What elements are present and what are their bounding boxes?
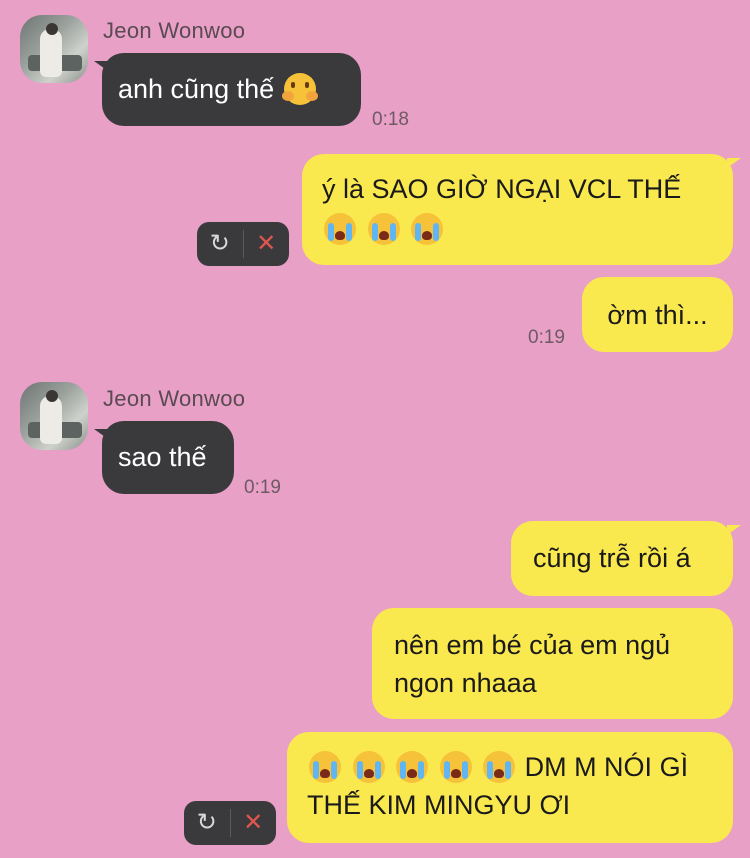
emoji-row: [322, 210, 713, 248]
retry-icon: ↻: [209, 230, 230, 257]
message-text: ngon nhaaa: [394, 668, 537, 698]
loudly-crying-face-emoji: [439, 750, 472, 783]
sender-name: Jeon Wonwoo: [103, 18, 246, 43]
retry-icon: ↻: [196, 809, 217, 836]
loudly-crying-face-emoji: [352, 750, 385, 783]
retry-button[interactable]: ↻: [184, 801, 230, 845]
message-bubble[interactable]: nên em bé của em ngủ ngon nhaaa: [372, 608, 733, 719]
hugging-face-emoji: [281, 72, 316, 105]
avatar[interactable]: [20, 382, 88, 450]
failed-message-actions: ↻ ✕: [197, 222, 289, 266]
message-line: DM M NÓI GÌ: [307, 748, 713, 786]
close-icon: ✕: [256, 230, 277, 257]
loudly-crying-face-emoji: [324, 212, 356, 245]
message-text: sao thế: [118, 442, 207, 472]
delete-button[interactable]: ✕: [243, 222, 289, 266]
message-time: 0:19: [528, 327, 565, 348]
sender-name: Jeon Wonwoo: [103, 386, 246, 411]
loudly-crying-face-emoji: [411, 212, 444, 245]
loudly-crying-face-emoji: [483, 750, 516, 783]
message-bubble[interactable]: cũng trễ rồi á: [511, 521, 741, 596]
loudly-crying-face-emoji: [309, 750, 341, 783]
failed-message-actions: ↻ ✕: [184, 801, 276, 845]
avatar[interactable]: [20, 15, 88, 83]
message-bubble[interactable]: anh cũng thế: [94, 53, 361, 126]
delete-button[interactable]: ✕: [230, 801, 276, 845]
close-icon: ✕: [243, 809, 264, 836]
message-text: ờm thì...: [607, 300, 708, 330]
message-text: DM M NÓI GÌ: [524, 752, 689, 782]
loudly-crying-face-emoji: [396, 750, 429, 783]
message-text: nên em bé của em ngủ: [394, 630, 671, 660]
message-time: 0:19: [244, 477, 281, 498]
message-time: 0:18: [372, 109, 409, 130]
message-text: THẾ KIM MINGYU ƠI: [307, 790, 571, 820]
retry-button[interactable]: ↻: [197, 222, 243, 266]
message-text: anh cũng thế: [118, 74, 275, 104]
message-bubble[interactable]: ờm thì...: [582, 277, 733, 352]
message-bubble[interactable]: ý là SAO GIỜ NGẠI VCL THẾ: [302, 154, 741, 265]
message-text: cũng trễ rồi á: [533, 543, 691, 573]
message-text: ý là SAO GIỜ NGẠI VCL THẾ: [322, 174, 682, 204]
loudly-crying-face-emoji: [367, 212, 400, 245]
message-bubble[interactable]: DM M NÓI GÌ THẾ KIM MINGYU ƠI: [287, 732, 733, 843]
message-bubble[interactable]: sao thế: [94, 421, 234, 494]
